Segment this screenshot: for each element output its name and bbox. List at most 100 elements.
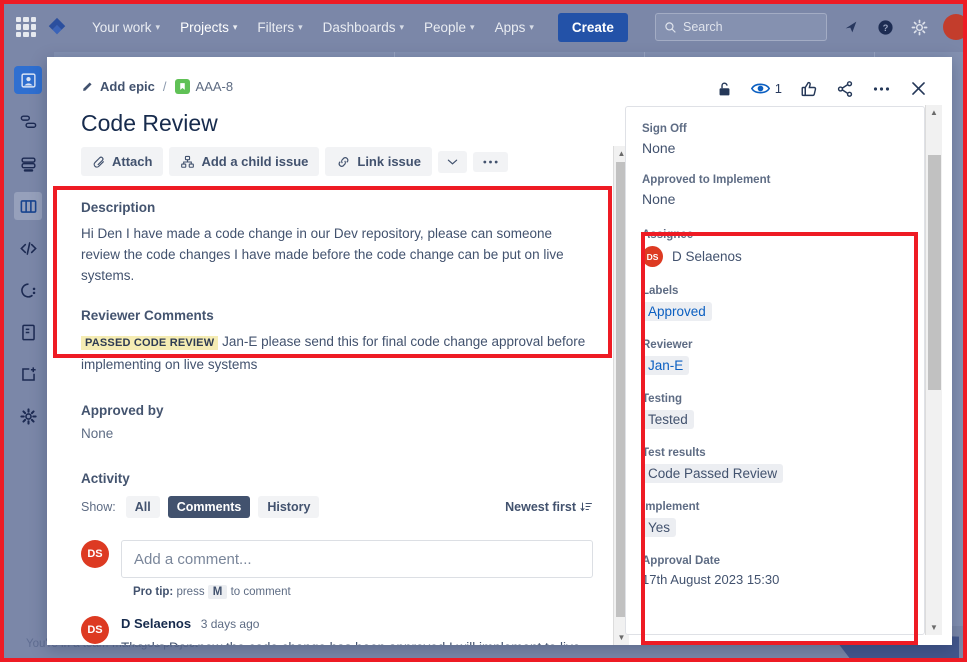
approved-by-heading: Approved by	[81, 403, 164, 418]
issue-detail-modal: Add epic / AAA-8 1 Code Review Attach Ad…	[47, 57, 952, 645]
field-label: Labels	[642, 285, 679, 297]
field-label: Approval Date	[642, 555, 720, 567]
field-label: Sign Off	[642, 123, 687, 135]
field-value[interactable]: None	[642, 191, 908, 207]
field-value[interactable]: 17th August 2023 15:30	[642, 572, 908, 587]
unlock-icon[interactable]	[716, 80, 733, 98]
code-icon[interactable]	[14, 234, 42, 262]
link-issue-button[interactable]: Link issue	[325, 147, 432, 176]
show-label: Show:	[81, 500, 116, 514]
field-test-results: Test results Code Passed Review	[642, 447, 908, 483]
notifications-icon[interactable]	[841, 17, 861, 37]
share-icon[interactable]	[836, 80, 854, 98]
releases-icon[interactable]	[14, 276, 42, 304]
user-avatar[interactable]	[943, 14, 967, 40]
scroll-down-arrow[interactable]: ▼	[926, 620, 942, 635]
issue-scroll-area: Description Hi Den I have made a code ch…	[81, 184, 613, 645]
thumbs-up-icon[interactable]	[800, 80, 818, 98]
add-comment-input[interactable]: Add a comment...	[121, 540, 593, 578]
nav-item-your-work[interactable]: Your work ▾	[84, 14, 168, 41]
close-x-icon[interactable]	[909, 79, 928, 98]
field-value[interactable]: Jan-E	[642, 356, 690, 375]
scroll-up-arrow[interactable]: ▲	[926, 105, 942, 120]
nav-item-apps[interactable]: Apps ▾	[487, 14, 542, 41]
nav-item-dashboards[interactable]: Dashboards ▾	[315, 14, 412, 41]
help-icon[interactable]: ?	[875, 17, 895, 37]
project-settings-gear-icon[interactable]	[14, 402, 42, 430]
field-value[interactable]: DS D Selaenos	[642, 246, 908, 267]
field-implement: Implement Yes	[642, 501, 908, 537]
roadmap-icon[interactable]	[14, 108, 42, 136]
nav-label: Filters	[257, 19, 295, 35]
board-columns-icon[interactable]	[14, 192, 42, 220]
search-input[interactable]: Search	[655, 13, 827, 41]
nav-label: People	[423, 19, 467, 35]
pages-icon[interactable]	[14, 318, 42, 346]
backlog-icon[interactable]	[14, 150, 42, 178]
create-button[interactable]: Create	[557, 12, 628, 42]
field-label: Reviewer	[642, 339, 693, 351]
sort-order-label: Newest first	[505, 500, 576, 514]
chevron-down-icon: ▾	[529, 21, 534, 32]
comment-author[interactable]: D Selaenos	[121, 616, 191, 631]
sort-order-button[interactable]: Newest first	[505, 500, 593, 514]
activity-tab-comments[interactable]: Comments	[167, 496, 251, 518]
nav-item-people[interactable]: People ▾	[416, 14, 483, 41]
breadcrumb-issue-link[interactable]: AAA-8	[174, 79, 233, 94]
avatar: DS	[81, 540, 109, 568]
watch-button[interactable]: 1	[750, 81, 782, 96]
activity-tab-history[interactable]: History	[258, 496, 320, 518]
field-value[interactable]: Approved	[642, 302, 712, 321]
modal-header-actions: 1	[716, 79, 928, 98]
nav-item-projects[interactable]: Projects ▾	[172, 14, 245, 55]
sort-descending-icon	[580, 502, 592, 512]
nav-item-filters[interactable]: Filters ▾	[249, 14, 310, 41]
more-ellipsis-icon[interactable]	[872, 86, 891, 92]
scroll-thumb[interactable]	[928, 155, 941, 390]
add-epic-button[interactable]: Add epic	[81, 79, 155, 94]
field-value[interactable]: None	[642, 140, 908, 156]
more-ellipsis-icon	[483, 160, 498, 163]
issue-main-column: Code Review Attach Add a child issue Lin…	[47, 98, 629, 645]
settings-gear-icon[interactable]	[909, 17, 929, 37]
approved-by-value: None	[81, 426, 114, 441]
pro-tip-hint: Pro tip: press M to comment	[133, 585, 593, 599]
top-nav-right-group: Search ?	[655, 13, 967, 41]
field-value[interactable]: Tested	[642, 410, 694, 429]
issue-more-ellipsis-button[interactable]	[472, 151, 508, 172]
avatar: DS	[642, 246, 663, 267]
activity-filter-row: Show: All Comments History Newest first	[81, 496, 593, 518]
top-navigation-bar: Your work ▾ Projects ▾ Filters ▾ Dashboa…	[2, 2, 967, 55]
search-placeholder: Search	[683, 20, 723, 34]
field-labels: Labels Approved	[642, 285, 908, 321]
more-actions-dropdown-button[interactable]	[437, 150, 467, 173]
chevron-down-icon: ▾	[232, 21, 238, 32]
avatar: DS	[81, 616, 109, 644]
search-icon	[665, 21, 676, 33]
add-shortcut-icon[interactable]	[14, 360, 42, 388]
field-label: Testing	[642, 393, 683, 405]
issue-details-panel: Sign Off None Approved to Implement None…	[625, 106, 925, 635]
details-scrollbar[interactable]: ▲ ▼	[925, 105, 942, 635]
breadcrumb-separator: /	[162, 79, 167, 94]
breadcrumb: Add epic / AAA-8	[81, 79, 233, 94]
field-label: Assignee	[642, 229, 694, 241]
comment-timestamp: 3 days ago	[200, 617, 260, 631]
chevron-down-icon: ▾	[399, 21, 404, 32]
grid-apps-icon[interactable]	[16, 17, 36, 37]
child-issue-icon	[181, 155, 195, 168]
field-sign-off: Sign Off None	[642, 123, 908, 156]
details-fields: Sign Off None Approved to Implement None…	[626, 107, 924, 615]
activity-tab-all[interactable]: All	[125, 496, 160, 518]
svg-text:?: ?	[882, 23, 888, 33]
field-label: Implement	[642, 501, 700, 513]
eye-watch-icon	[750, 83, 770, 94]
add-child-issue-label: Add a child issue	[201, 154, 309, 169]
project-avatar-icon[interactable]	[14, 66, 42, 94]
field-value[interactable]: Code Passed Review	[642, 464, 784, 483]
field-value[interactable]: Yes	[642, 518, 677, 537]
attach-button[interactable]: Attach	[81, 147, 164, 176]
pro-tip-prefix: Pro tip:	[133, 586, 174, 598]
jira-logo-icon[interactable]	[46, 16, 68, 38]
add-child-issue-button[interactable]: Add a child issue	[169, 147, 320, 176]
